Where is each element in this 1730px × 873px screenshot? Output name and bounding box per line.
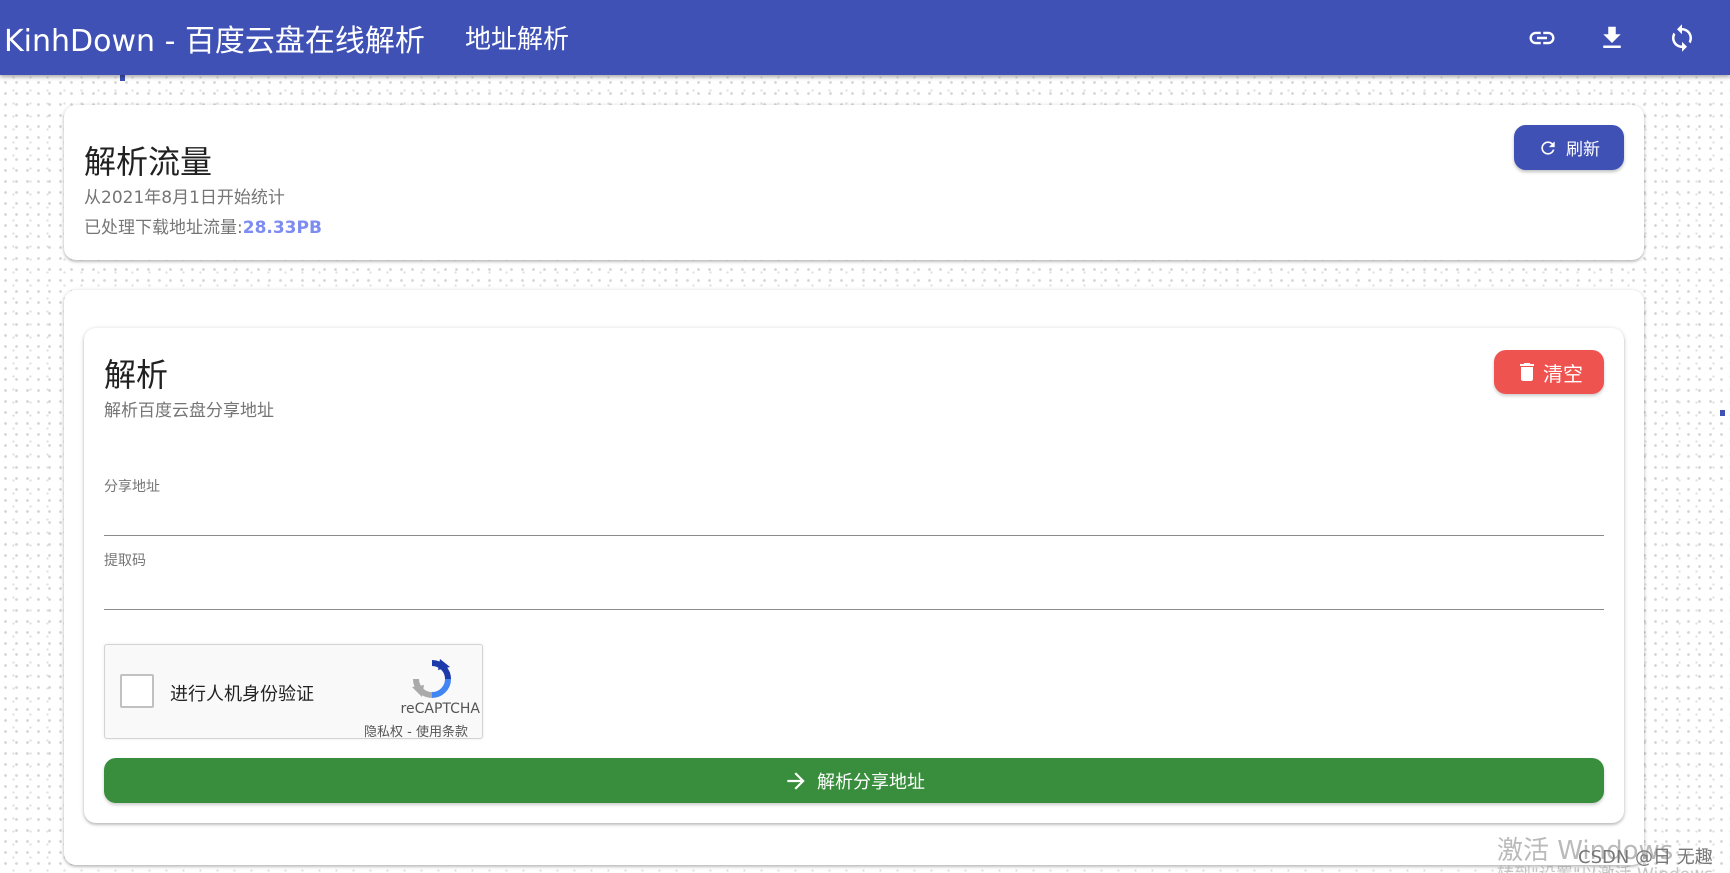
decor-dot: [1720, 410, 1725, 416]
refresh-label: 刷新: [1566, 140, 1600, 160]
arrow-right-icon: [787, 771, 805, 790]
app-bar: KinhDown - 百度云盘在线解析 地址解析: [0, 0, 1730, 75]
appbar-actions: [1496, 0, 1706, 75]
app-title: KinhDown - 百度云盘在线解析: [4, 23, 425, 59]
link-button[interactable]: [1518, 14, 1566, 62]
refresh-button[interactable]: 刷新: [1514, 125, 1624, 170]
stats-title: 解析流量: [84, 143, 213, 181]
stats-processed-label: 已处理下载地址流量:: [84, 218, 243, 238]
parse-container-card: 解析 解析百度云盘分享地址 清空 分享地址 提取码 进行人机身份验证 reCAP…: [64, 290, 1644, 865]
recaptcha-terms-link[interactable]: 使用条款: [416, 725, 468, 740]
clear-label: 清空: [1543, 361, 1583, 386]
recaptcha-label: 进行人机身份验证: [170, 684, 314, 705]
recaptcha-link-separator: -: [403, 725, 416, 740]
sync-button[interactable]: [1658, 14, 1706, 62]
parse-title: 解析: [104, 356, 169, 394]
recaptcha-links: 隐私权 - 使用条款: [364, 721, 468, 740]
clear-button[interactable]: 清空: [1494, 350, 1604, 394]
share-url-input[interactable]: [104, 501, 1604, 531]
csdn-credit: CSDN @日 无趣: [1578, 847, 1713, 868]
traffic-stats-card: 解析流量 从2021年8月1日开始统计 已处理下载地址流量:28.33PB 刷新: [64, 105, 1644, 260]
share-url-field[interactable]: 分享地址: [104, 476, 1604, 536]
download-button[interactable]: [1588, 14, 1636, 62]
recaptcha-widget: 进行人机身份验证 reCAPTCHA 隐私权 - 使用条款: [104, 644, 483, 740]
trash-icon: [1520, 363, 1534, 381]
recaptcha-checkbox[interactable]: [120, 674, 154, 708]
recaptcha-privacy-link[interactable]: 隐私权: [364, 725, 403, 740]
stats-processed-line: 已处理下载地址流量:28.33PB: [84, 213, 322, 238]
parse-card: 解析 解析百度云盘分享地址 清空 分享地址 提取码 进行人机身份验证 reCAP…: [84, 328, 1624, 823]
stats-processed-value: 28.33PB: [242, 218, 322, 238]
recaptcha-logo-icon: [412, 659, 451, 698]
sync-icon: [1672, 23, 1692, 52]
nav-address-parse[interactable]: 地址解析: [465, 19, 569, 56]
extract-code-field[interactable]: 提取码: [104, 550, 1604, 610]
recaptcha-brand: reCAPTCHA: [400, 701, 480, 717]
parse-share-url-button[interactable]: 解析分享地址: [104, 758, 1604, 803]
extract-code-input[interactable]: [104, 575, 1604, 605]
share-url-label: 分享地址: [104, 479, 160, 495]
extract-code-label: 提取码: [104, 553, 146, 569]
refresh-icon: [1541, 140, 1555, 155]
link-icon: [1529, 31, 1555, 44]
stats-since-text: 从2021年8月1日开始统计: [84, 188, 285, 208]
parse-subtitle: 解析百度云盘分享地址: [104, 401, 274, 421]
decor-dot: [120, 75, 125, 81]
parse-button-label: 解析分享地址: [817, 771, 925, 793]
download-icon: [1603, 26, 1621, 48]
